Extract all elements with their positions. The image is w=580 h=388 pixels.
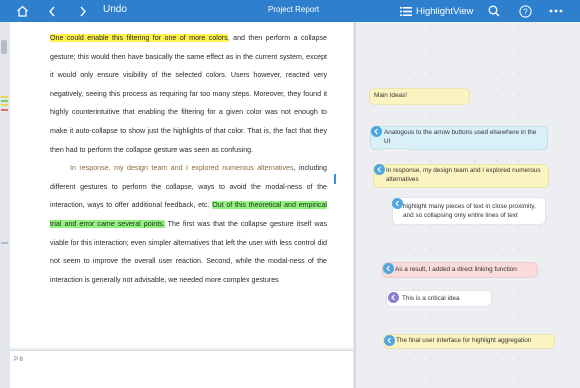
- scroll-thumb[interactable]: [1, 40, 7, 54]
- link-icon[interactable]: [383, 263, 394, 274]
- note-final-ui[interactable]: The final user interface for highlight a…: [383, 334, 555, 349]
- more-button[interactable]: [548, 0, 564, 22]
- note-direct-linking[interactable]: As a result, I added a direct linking fu…: [382, 262, 538, 278]
- link-icon[interactable]: [384, 335, 395, 346]
- critical-icon[interactable]: [388, 292, 399, 303]
- highlight-view-label: HighlightView: [416, 5, 474, 17]
- highlight-overview-strip[interactable]: [0, 22, 10, 388]
- note-text: The final user interface for highlight a…: [396, 337, 532, 344]
- linked-passage[interactable]: In response, my design team and I explor…: [70, 164, 294, 172]
- forward-button[interactable]: [77, 0, 89, 22]
- yellow-marker: [1, 96, 8, 98]
- document-title: Project Report: [268, 5, 320, 14]
- highlight-canvas[interactable]: Main Ideas! Analogous to the arrow butto…: [356, 22, 580, 388]
- home-icon: [16, 5, 28, 17]
- page-number: P 8: [14, 357, 23, 363]
- document-page[interactable]: One could enable this filtering for one …: [10, 22, 353, 348]
- link-icon[interactable]: [374, 164, 385, 175]
- svg-text:?: ?: [523, 7, 528, 16]
- note-analogous[interactable]: Analogous to the arrow buttons used else…: [370, 126, 548, 150]
- search-button[interactable]: [487, 0, 501, 22]
- note-text: In response, my design team and I explor…: [386, 167, 541, 183]
- document-text[interactable]: One could enable this filtering for one …: [50, 29, 327, 289]
- link-marker[interactable]: [334, 174, 336, 184]
- red-marker: [1, 109, 8, 111]
- link-icon[interactable]: [392, 198, 403, 209]
- more-icon: [549, 9, 563, 13]
- list-view-icon: [400, 6, 412, 16]
- paragraph-2[interactable]: In response, my design team and I explor…: [50, 159, 327, 289]
- paragraph-1[interactable]: One could enable this filtering for one …: [50, 29, 327, 159]
- forward-arrow-icon: [80, 6, 86, 16]
- paragraph-1-text: , and then perform a collapse gesture; t…: [50, 34, 327, 154]
- back-arrow-icon: [49, 6, 55, 16]
- paragraph-2-rest: The first was that the collapse gesture …: [50, 219, 327, 284]
- top-toolbar: Undo Project Report HighlightView ?: [0, 0, 580, 22]
- note-highlight-many[interactable]: highlight many pieces of text in close p…: [392, 197, 546, 225]
- note-text: This is a critical idea: [402, 295, 460, 302]
- back-button[interactable]: [46, 0, 58, 22]
- note-main-ideas[interactable]: Main Ideas!: [369, 88, 470, 105]
- highlight-view-button[interactable]: HighlightView: [400, 3, 473, 19]
- note-text: As a result, I added a direct linking fu…: [395, 266, 517, 273]
- yellow-highlight[interactable]: One could enable this filtering for one …: [50, 34, 228, 42]
- page-footer: P 8: [10, 350, 353, 388]
- link-icon[interactable]: [371, 126, 382, 137]
- help-button[interactable]: ?: [518, 0, 532, 22]
- search-icon: [488, 5, 500, 17]
- note-text: highlight many pieces of text in close p…: [403, 203, 536, 219]
- note-text: Main Ideas!: [374, 92, 408, 99]
- green-marker: [1, 100, 8, 102]
- note-critical-idea[interactable]: This is a critical idea: [386, 290, 492, 307]
- gray-marker: [1, 242, 8, 244]
- undo-button[interactable]: Undo: [103, 4, 127, 15]
- note-in-response[interactable]: In response, my design team and I explor…: [373, 164, 549, 188]
- help-icon: ?: [518, 4, 532, 18]
- yellow-marker: [1, 104, 8, 106]
- home-button[interactable]: [14, 0, 30, 22]
- note-text: Analogous to the arrow buttons used else…: [384, 129, 537, 145]
